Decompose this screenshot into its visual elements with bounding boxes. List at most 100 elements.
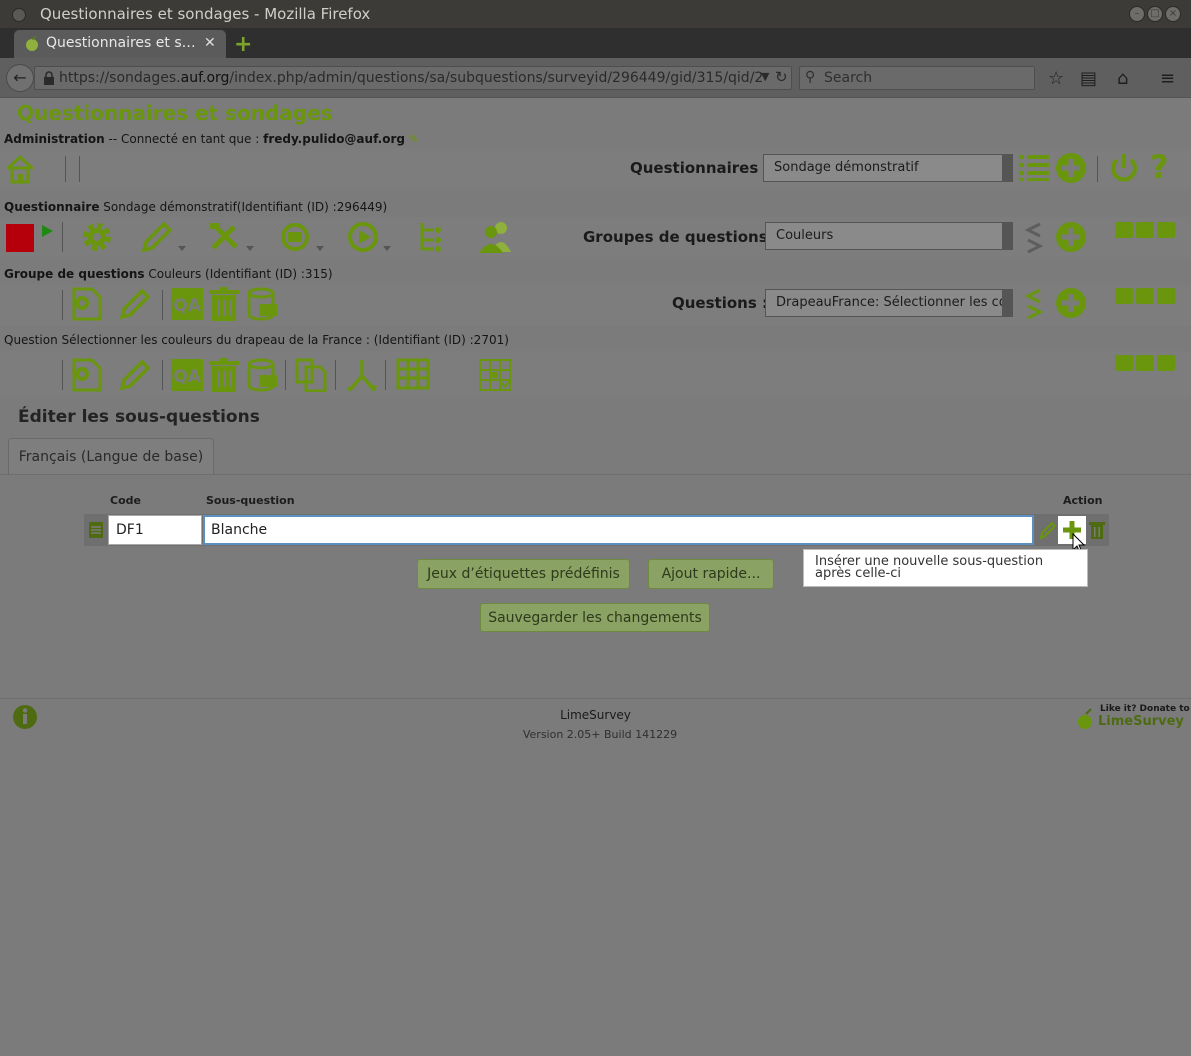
edit-pencil-icon[interactable] <box>140 220 190 254</box>
tab-underline <box>0 474 1191 475</box>
help-icon[interactable]: ? <box>1150 148 1169 186</box>
separator <box>285 360 286 390</box>
close-panel-icon[interactable] <box>1157 355 1175 371</box>
code-input[interactable]: DF1 <box>108 515 202 545</box>
reading-list-icon[interactable]: ▤ <box>1080 68 1097 89</box>
tools-icon[interactable] <box>208 220 258 254</box>
export-icon[interactable] <box>278 220 328 254</box>
maximize-panel-icon[interactable] <box>1136 355 1154 371</box>
separator <box>335 360 336 390</box>
subquestions-grid-icon[interactable] <box>396 358 430 390</box>
save-changes-button[interactable]: Sauvegarder les changements <box>480 603 710 632</box>
edit-question-icon[interactable] <box>118 358 152 392</box>
donate-link[interactable]: Like it? Donate to LimeSurvey <box>1076 704 1190 732</box>
add-question-icon[interactable] <box>1055 287 1087 319</box>
maximize-panel-icon[interactable] <box>1136 288 1154 304</box>
separator <box>162 360 163 390</box>
url-bar[interactable]: https://sondages.auf.org/index.php/admin… <box>34 66 792 90</box>
answer-grid-icon[interactable] <box>478 358 512 392</box>
tab-language-french[interactable]: Français (Langue de base) <box>8 438 214 474</box>
minimize-panel-icon[interactable] <box>1115 355 1133 371</box>
home-icon[interactable] <box>4 153 36 185</box>
survey-label: Questionnaire Sondage démonstratif(Ident… <box>4 200 388 214</box>
reload-icon[interactable]: ↻ <box>775 68 788 86</box>
play-survey-icon[interactable] <box>40 224 54 238</box>
predefined-labels-button[interactable]: Jeux d’étiquettes prédéfinis <box>417 559 630 589</box>
survey-tree-icon[interactable] <box>416 220 450 254</box>
groups-label: Groupes de questions : <box>583 228 779 246</box>
hamburger-menu-icon[interactable]: ≡ <box>1160 68 1175 89</box>
tab-close-icon[interactable]: ✕ <box>204 35 216 51</box>
search-bar[interactable]: ⚲ Search <box>799 66 1035 90</box>
close-window-icon[interactable]: × <box>1165 6 1181 22</box>
new-tab-icon[interactable]: + <box>234 32 252 57</box>
survey-select[interactable]: Sondage démonstratif <box>763 154 1013 182</box>
subquestion-input[interactable]: Blanche <box>203 515 1034 545</box>
add-group-icon[interactable] <box>1055 221 1087 253</box>
copy-question-icon[interactable] <box>294 358 328 392</box>
maximize-icon[interactable]: □ <box>1147 6 1163 22</box>
close-panel-icon[interactable] <box>1157 288 1175 304</box>
footer-version: Version 2.05+ Build 141229 <box>522 728 678 741</box>
close-panel-icon[interactable] <box>1157 222 1175 238</box>
admin-label: Administration <box>4 132 105 146</box>
connected-text: -- Connecté en tant que : <box>108 132 260 146</box>
gear-icon[interactable] <box>80 220 114 254</box>
export-group-icon[interactable] <box>246 287 280 321</box>
question-settings-icon[interactable] <box>68 358 104 392</box>
search-icon: ⚲ <box>805 69 816 85</box>
minimize-panel-icon[interactable] <box>1115 288 1133 304</box>
separator <box>79 156 80 182</box>
admin-line: Administration -- Connecté en tant que :… <box>4 132 419 146</box>
footer-product: LimeSurvey <box>560 708 631 722</box>
lock-icon <box>43 71 55 85</box>
question-select[interactable]: DrapeauFrance: Sélectionner les coul <box>765 289 1013 317</box>
bookmark-star-icon[interactable]: ☆ <box>1048 68 1064 89</box>
search-placeholder: Search <box>824 70 873 86</box>
list-icon[interactable] <box>1018 152 1050 182</box>
tooltip-insert-subquestion: Insérer une nouvelle sous-question après… <box>803 549 1088 587</box>
question-label: Question Sélectionner les couleurs du dr… <box>4 333 509 347</box>
edit-user-icon[interactable]: ✎ <box>409 132 419 146</box>
minimize-panel-icon[interactable] <box>1115 222 1133 238</box>
export-question-icon[interactable] <box>246 358 280 392</box>
edit-group-icon[interactable] <box>118 287 152 321</box>
footer-divider <box>0 698 1191 699</box>
drag-handle-icon[interactable] <box>88 521 104 539</box>
questions-label: Questions : <box>672 294 768 312</box>
donate-text: Like it? Donate to <box>1100 704 1190 714</box>
svg-text:QA: QA <box>173 367 201 387</box>
column-header-subquestion: Sous-question <box>206 494 295 507</box>
window-menu-icon[interactable] <box>12 8 26 22</box>
participants-icon[interactable] <box>477 220 515 254</box>
conditions-icon[interactable] <box>346 358 380 392</box>
dropdown-arrow-icon[interactable]: ▼ <box>761 70 769 83</box>
power-logout-icon[interactable] <box>1108 152 1140 184</box>
back-arrow-icon[interactable]: ← <box>6 64 34 92</box>
responses-icon[interactable] <box>345 220 395 254</box>
add-survey-icon[interactable] <box>1055 152 1087 184</box>
maximize-panel-icon[interactable] <box>1136 222 1154 238</box>
edit-answer-icon[interactable] <box>1039 520 1057 540</box>
qa-preview-icon[interactable]: QA <box>171 288 203 320</box>
delete-group-icon[interactable] <box>208 287 240 321</box>
separator <box>62 290 63 320</box>
separator <box>162 290 163 320</box>
site-title: Questionnaires et sondages <box>17 101 333 125</box>
quick-add-button[interactable]: Ajout rapide... <box>648 559 774 589</box>
separator <box>385 360 386 390</box>
prev-next-arrows-icon[interactable] <box>1024 221 1044 255</box>
delete-question-icon[interactable] <box>208 358 240 392</box>
group-settings-icon[interactable] <box>68 287 104 321</box>
minimize-icon[interactable]: – <box>1129 6 1145 22</box>
group-select[interactable]: Couleurs <box>765 222 1013 250</box>
delete-subquestion-icon[interactable] <box>1089 520 1105 540</box>
column-header-code: Code <box>110 494 141 507</box>
prev-next-question-icon[interactable] <box>1024 287 1044 321</box>
donate-brand: LimeSurvey <box>1098 714 1184 729</box>
stop-survey-icon[interactable] <box>6 224 34 252</box>
browser-tab[interactable]: Questionnaires et s… ✕ <box>14 30 226 58</box>
qa-preview-question-icon[interactable]: QA <box>171 359 203 391</box>
window-titlebar: Questionnaires et sondages - Mozilla Fir… <box>0 0 1191 28</box>
home-browser-icon[interactable]: ⌂ <box>1117 68 1128 89</box>
